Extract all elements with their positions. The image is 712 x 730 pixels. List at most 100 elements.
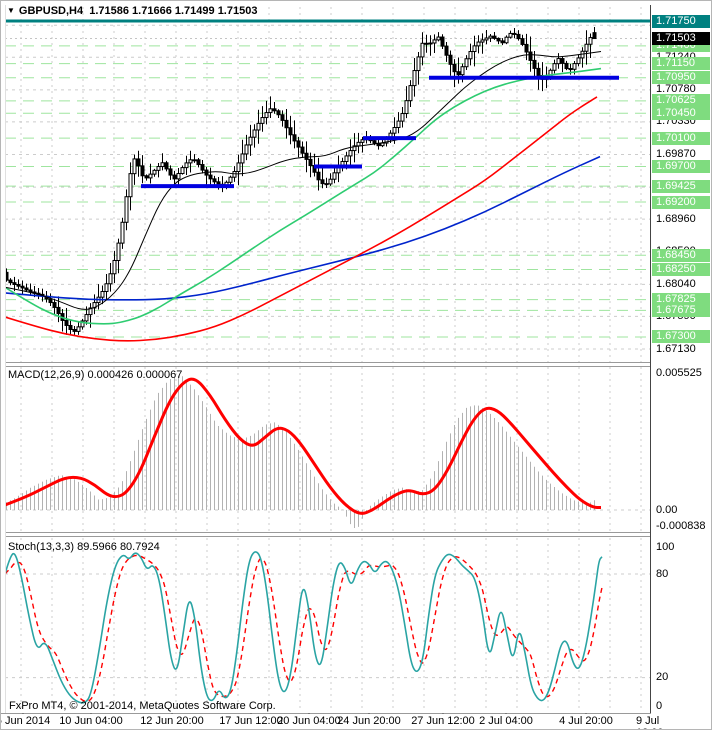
time-axis-label: 9 Jul 12:00 [636, 715, 664, 729]
candle-body [12, 282, 17, 285]
ohlc-values: 1.71586 1.71666 1.71499 1.71503 [89, 5, 258, 17]
candle-body [240, 153, 245, 164]
candle-body [392, 127, 397, 134]
candle-body [480, 39, 485, 43]
price-level-label: 1.70100 [652, 131, 710, 145]
stoch-axis-label: 0 [656, 699, 663, 712]
candle-body [248, 136, 253, 146]
candle-body [468, 51, 473, 60]
candle-body [432, 39, 437, 44]
stoch-name: Stoch(13,3,3) [8, 541, 75, 553]
candle-body [100, 291, 105, 298]
candle-body [208, 174, 213, 180]
candle-body [288, 127, 293, 136]
candle-body [428, 42, 433, 45]
candle-body [404, 100, 409, 115]
candle-body [132, 158, 137, 175]
candle-body [260, 117, 265, 124]
candle-body [104, 283, 109, 293]
candle-body [464, 58, 469, 68]
price-level-label: 1.70450 [652, 106, 710, 120]
time-axis-label: 17 Jun 12:00 [219, 715, 283, 727]
candle-body [192, 159, 197, 162]
candle-body [324, 183, 329, 186]
candle-body [316, 171, 321, 181]
macd-axis-label: 0.005525 [656, 366, 702, 379]
candle-body [144, 175, 149, 179]
candle-body [300, 146, 305, 154]
stoch-d-value: 80.7924 [119, 541, 160, 553]
candle-body [436, 36, 441, 41]
candle-body [424, 42, 429, 45]
candle-body [176, 173, 181, 180]
candle-body [552, 63, 557, 71]
candle-body [308, 158, 313, 167]
candle-body [200, 164, 205, 171]
main-pane [5, 7, 650, 362]
stoch-k-line [5, 551, 603, 704]
symbol-dropdown-icon[interactable]: ▼ [7, 6, 15, 15]
time-axis-label: 5 Jun 2014 [0, 715, 51, 727]
candle-body [592, 32, 597, 40]
current-price-label: 1.71503 [652, 32, 710, 46]
candle-body [268, 108, 273, 114]
candle-body [188, 159, 193, 164]
candle-body [556, 58, 561, 65]
time-axis-label: 24 Jun 20:00 [337, 715, 401, 727]
stoch-axis-label: 100 [656, 540, 675, 553]
time-axis-label: 2 Jul 04:00 [479, 715, 533, 727]
time-axis-label: 10 Jun 04:00 [59, 715, 123, 727]
price-axis-label: 1.69870 [656, 147, 696, 160]
candle-body [520, 38, 525, 45]
candle-body [512, 32, 517, 35]
candle-body [180, 167, 185, 175]
candle-body [508, 32, 513, 38]
price-level-label: 1.70625 [652, 94, 710, 108]
chart-canvas[interactable] [1, 1, 712, 730]
price-axis-label: 1.67130 [656, 342, 696, 355]
time-axis-label: 12 Jun 20:00 [140, 715, 204, 727]
candle-body [184, 162, 189, 169]
price-level-label: 1.68250 [652, 263, 710, 276]
candle-body [452, 63, 457, 73]
candle-body [68, 324, 73, 330]
candle-body [396, 120, 401, 129]
macd-axis-label: 0.00 [656, 503, 678, 516]
candle-body [140, 165, 145, 177]
candle-body [504, 36, 509, 44]
candle-body [412, 70, 417, 87]
candle-body [280, 114, 285, 121]
ma-blue-line [5, 155, 601, 301]
candle-body [528, 51, 533, 61]
candle-body [20, 285, 25, 289]
time-axis-label: 4 Jul 20:00 [559, 715, 613, 727]
candle-body [572, 63, 577, 70]
candle-body [356, 141, 361, 147]
candle-body [52, 302, 57, 308]
candle-body [56, 306, 61, 315]
candle-body [456, 71, 461, 76]
price-level-label: 1.69425 [652, 179, 710, 193]
candle-body [272, 108, 277, 112]
candle-body [124, 196, 129, 223]
candle-body [448, 54, 453, 65]
price-level-label: 1.68450 [652, 248, 710, 262]
price-level-label: 1.70950 [652, 71, 710, 85]
candle-body [496, 37, 501, 42]
candle-body [276, 110, 281, 116]
candle-body [48, 298, 53, 304]
candle-body [416, 56, 421, 72]
candle-body [484, 37, 489, 41]
candle-body [568, 68, 573, 71]
candle-body [156, 166, 161, 171]
candle-body [348, 150, 353, 157]
candle-body [168, 168, 173, 176]
candle-body [372, 140, 377, 144]
candle-body [476, 41, 481, 47]
price-level-label: 1.67300 [652, 330, 710, 344]
candle-body [380, 142, 385, 147]
candle-body [320, 179, 325, 185]
candle-body [332, 172, 337, 180]
chart-title: ▼ GBPUSD,H4 1.71586 1.71666 1.71499 1.715… [7, 4, 257, 18]
candle-body [24, 287, 29, 291]
